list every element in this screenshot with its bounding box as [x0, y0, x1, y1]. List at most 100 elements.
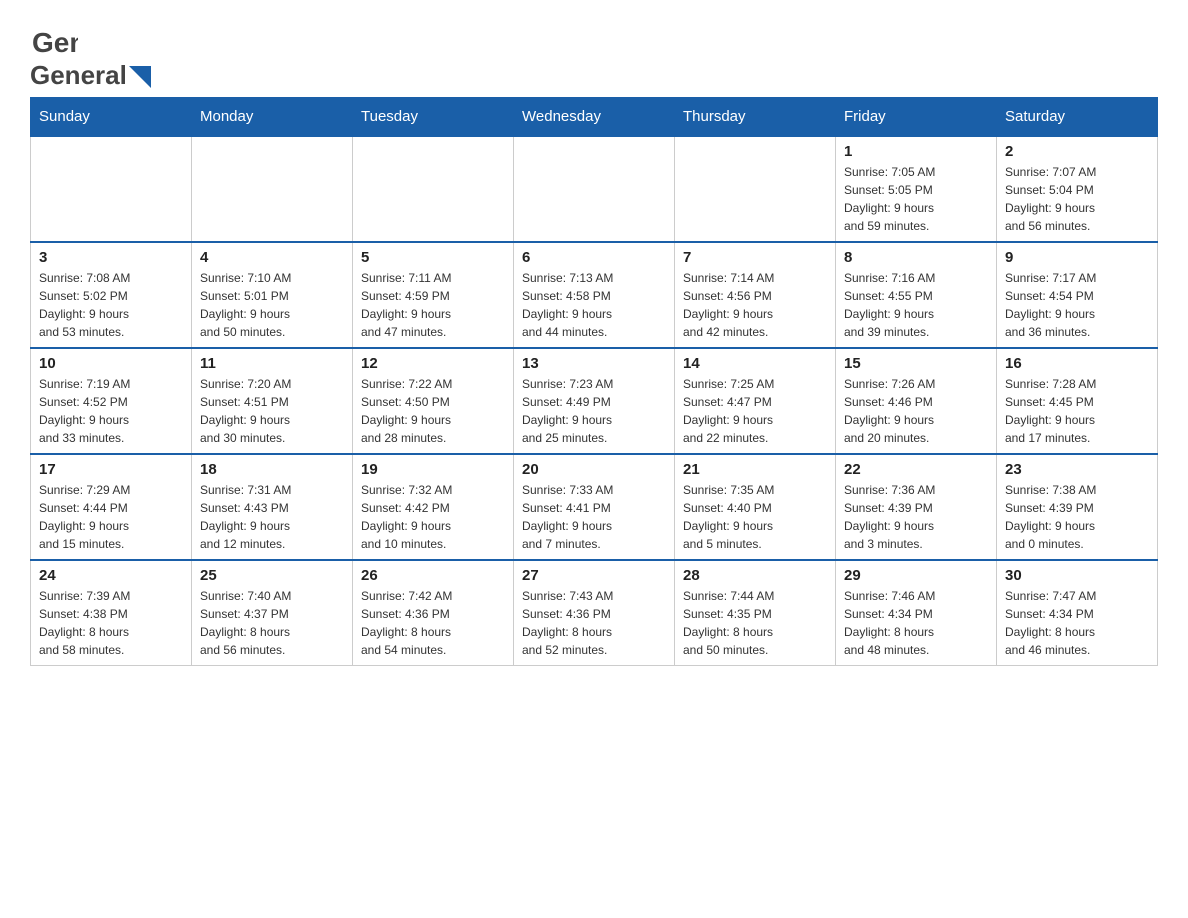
- day-info: Sunrise: 7:11 AM Sunset: 4:59 PM Dayligh…: [361, 269, 505, 341]
- calendar-cell: 29 Sunrise: 7:46 AM Sunset: 4:34 PM Dayli…: [836, 560, 997, 666]
- calendar-cell: 26Sunrise: 7:42 AM Sunset: 4:36 PM Dayli…: [353, 560, 514, 666]
- day-number: 21: [683, 461, 827, 478]
- day-number: 25: [200, 567, 344, 584]
- day-info: Sunrise: 7:35 AM Sunset: 4:40 PM Dayligh…: [683, 481, 827, 553]
- day-number: 2: [1005, 143, 1149, 160]
- day-number: 6: [522, 249, 666, 266]
- calendar-cell: 8 Sunrise: 7:16 AM Sunset: 4:55 PM Daylig…: [836, 242, 997, 348]
- logo: General General: [30, 20, 151, 87]
- day-info: Sunrise: 7:07 AM Sunset: 5:04 PM Dayligh…: [1005, 163, 1149, 235]
- calendar-cell: 22Sunrise: 7:36 AM Sunset: 4:39 PM Dayli…: [836, 454, 997, 560]
- day-number: 1: [844, 143, 988, 160]
- calendar-header-thursday: Thursday: [675, 98, 836, 137]
- day-info: Sunrise: 7:46 AM Sunset: 4:34 PM Dayligh…: [844, 587, 988, 659]
- day-number: 15: [844, 355, 988, 372]
- day-info: Sunrise: 7:05 AM Sunset: 5:05 PM Dayligh…: [844, 163, 988, 235]
- day-number: 29: [844, 567, 988, 584]
- calendar-header-monday: Monday: [192, 98, 353, 137]
- calendar-cell: 12 Sunrise: 7:22 AM Sunset: 4:50 PM Dayli…: [353, 348, 514, 454]
- calendar-cell: 7Sunrise: 7:14 AM Sunset: 4:56 PM Daylig…: [675, 242, 836, 348]
- calendar-cell: 9 Sunrise: 7:17 AM Sunset: 4:54 PM Daylig…: [997, 242, 1158, 348]
- day-info: Sunrise: 7:28 AM Sunset: 4:45 PM Dayligh…: [1005, 375, 1149, 447]
- day-info: Sunrise: 7:22 AM Sunset: 4:50 PM Dayligh…: [361, 375, 505, 447]
- calendar-cell: [31, 136, 192, 242]
- page-header: General General: [30, 20, 1158, 87]
- logo-general-text: General: [30, 60, 127, 91]
- day-number: 4: [200, 249, 344, 266]
- calendar-cell: 25 Sunrise: 7:40 AM Sunset: 4:37 PM Dayli…: [192, 560, 353, 666]
- calendar-header-friday: Friday: [836, 98, 997, 137]
- day-number: 9: [1005, 249, 1149, 266]
- calendar-cell: 4 Sunrise: 7:10 AM Sunset: 5:01 PM Daylig…: [192, 242, 353, 348]
- calendar-week-row: 10Sunrise: 7:19 AM Sunset: 4:52 PM Dayli…: [31, 348, 1158, 454]
- calendar-cell: 10Sunrise: 7:19 AM Sunset: 4:52 PM Dayli…: [31, 348, 192, 454]
- day-number: 12: [361, 355, 505, 372]
- calendar-table: SundayMondayTuesdayWednesdayThursdayFrid…: [30, 97, 1158, 666]
- calendar-week-row: 3 Sunrise: 7:08 AM Sunset: 5:02 PM Daylig…: [31, 242, 1158, 348]
- calendar-header-wednesday: Wednesday: [514, 98, 675, 137]
- day-info: Sunrise: 7:40 AM Sunset: 4:37 PM Dayligh…: [200, 587, 344, 659]
- calendar-cell: 30 Sunrise: 7:47 AM Sunset: 4:34 PM Dayli…: [997, 560, 1158, 666]
- day-info: Sunrise: 7:19 AM Sunset: 4:52 PM Dayligh…: [39, 375, 183, 447]
- day-info: Sunrise: 7:13 AM Sunset: 4:58 PM Dayligh…: [522, 269, 666, 341]
- calendar-header-saturday: Saturday: [997, 98, 1158, 137]
- day-info: Sunrise: 7:42 AM Sunset: 4:36 PM Dayligh…: [361, 587, 505, 659]
- calendar-cell: 21 Sunrise: 7:35 AM Sunset: 4:40 PM Dayli…: [675, 454, 836, 560]
- calendar-cell: [514, 136, 675, 242]
- calendar-cell: 24 Sunrise: 7:39 AM Sunset: 4:38 PM Dayli…: [31, 560, 192, 666]
- calendar-cell: 3 Sunrise: 7:08 AM Sunset: 5:02 PM Daylig…: [31, 242, 192, 348]
- calendar-cell: 13 Sunrise: 7:23 AM Sunset: 4:49 PM Dayli…: [514, 348, 675, 454]
- day-info: Sunrise: 7:23 AM Sunset: 4:49 PM Dayligh…: [522, 375, 666, 447]
- day-number: 19: [361, 461, 505, 478]
- calendar-cell: 16 Sunrise: 7:28 AM Sunset: 4:45 PM Dayli…: [997, 348, 1158, 454]
- day-info: Sunrise: 7:33 AM Sunset: 4:41 PM Dayligh…: [522, 481, 666, 553]
- day-info: Sunrise: 7:20 AM Sunset: 4:51 PM Dayligh…: [200, 375, 344, 447]
- day-info: Sunrise: 7:10 AM Sunset: 5:01 PM Dayligh…: [200, 269, 344, 341]
- calendar-cell: 5 Sunrise: 7:11 AM Sunset: 4:59 PM Daylig…: [353, 242, 514, 348]
- day-info: Sunrise: 7:08 AM Sunset: 5:02 PM Dayligh…: [39, 269, 183, 341]
- calendar-cell: 2 Sunrise: 7:07 AM Sunset: 5:04 PM Daylig…: [997, 136, 1158, 242]
- logo-arrow-icon: [129, 66, 151, 88]
- day-number: 28: [683, 567, 827, 584]
- day-number: 16: [1005, 355, 1149, 372]
- day-number: 8: [844, 249, 988, 266]
- calendar-header-sunday: Sunday: [31, 98, 192, 137]
- calendar-week-row: 1 Sunrise: 7:05 AM Sunset: 5:05 PM Daylig…: [31, 136, 1158, 242]
- day-number: 18: [200, 461, 344, 478]
- day-number: 20: [522, 461, 666, 478]
- day-info: Sunrise: 7:32 AM Sunset: 4:42 PM Dayligh…: [361, 481, 505, 553]
- day-number: 17: [39, 461, 183, 478]
- calendar-cell: 23Sunrise: 7:38 AM Sunset: 4:39 PM Dayli…: [997, 454, 1158, 560]
- day-number: 22: [844, 461, 988, 478]
- day-info: Sunrise: 7:38 AM Sunset: 4:39 PM Dayligh…: [1005, 481, 1149, 553]
- day-number: 5: [361, 249, 505, 266]
- day-info: Sunrise: 7:26 AM Sunset: 4:46 PM Dayligh…: [844, 375, 988, 447]
- calendar-cell: 19 Sunrise: 7:32 AM Sunset: 4:42 PM Dayli…: [353, 454, 514, 560]
- calendar-cell: 6 Sunrise: 7:13 AM Sunset: 4:58 PM Daylig…: [514, 242, 675, 348]
- calendar-cell: 20 Sunrise: 7:33 AM Sunset: 4:41 PM Dayli…: [514, 454, 675, 560]
- calendar-header-tuesday: Tuesday: [353, 98, 514, 137]
- calendar-cell: [675, 136, 836, 242]
- calendar-cell: 1 Sunrise: 7:05 AM Sunset: 5:05 PM Daylig…: [836, 136, 997, 242]
- calendar-week-row: 17 Sunrise: 7:29 AM Sunset: 4:44 PM Dayli…: [31, 454, 1158, 560]
- calendar-cell: 27Sunrise: 7:43 AM Sunset: 4:36 PM Dayli…: [514, 560, 675, 666]
- day-info: Sunrise: 7:29 AM Sunset: 4:44 PM Dayligh…: [39, 481, 183, 553]
- day-info: Sunrise: 7:39 AM Sunset: 4:38 PM Dayligh…: [39, 587, 183, 659]
- calendar-cell: [353, 136, 514, 242]
- day-info: Sunrise: 7:43 AM Sunset: 4:36 PM Dayligh…: [522, 587, 666, 659]
- day-info: Sunrise: 7:47 AM Sunset: 4:34 PM Dayligh…: [1005, 587, 1149, 659]
- day-number: 30: [1005, 567, 1149, 584]
- day-number: 24: [39, 567, 183, 584]
- day-info: Sunrise: 7:44 AM Sunset: 4:35 PM Dayligh…: [683, 587, 827, 659]
- day-number: 11: [200, 355, 344, 372]
- calendar-cell: 14Sunrise: 7:25 AM Sunset: 4:47 PM Dayli…: [675, 348, 836, 454]
- day-info: Sunrise: 7:17 AM Sunset: 4:54 PM Dayligh…: [1005, 269, 1149, 341]
- day-number: 13: [522, 355, 666, 372]
- day-info: Sunrise: 7:16 AM Sunset: 4:55 PM Dayligh…: [844, 269, 988, 341]
- day-info: Sunrise: 7:14 AM Sunset: 4:56 PM Dayligh…: [683, 269, 827, 341]
- calendar-cell: 17 Sunrise: 7:29 AM Sunset: 4:44 PM Dayli…: [31, 454, 192, 560]
- day-number: 3: [39, 249, 183, 266]
- calendar-cell: 11 Sunrise: 7:20 AM Sunset: 4:51 PM Dayli…: [192, 348, 353, 454]
- calendar-cell: [192, 136, 353, 242]
- calendar-cell: 15 Sunrise: 7:26 AM Sunset: 4:46 PM Dayli…: [836, 348, 997, 454]
